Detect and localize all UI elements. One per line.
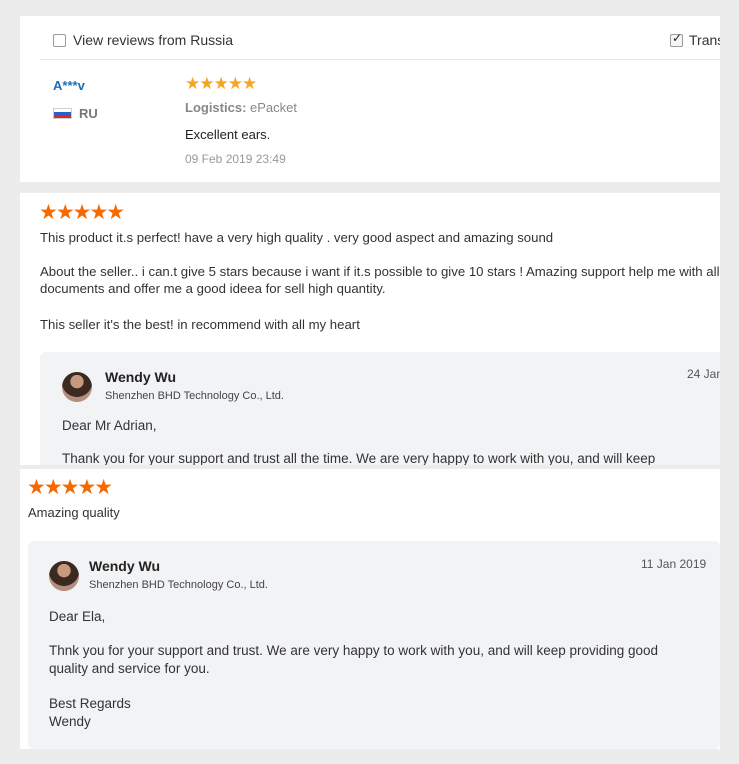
avatar	[49, 561, 79, 591]
review-date: 09 Feb 2019 23:49	[185, 152, 286, 166]
review-text: Amazing quality	[28, 505, 120, 520]
reply-body: Thank you for your support and trust all…	[62, 451, 656, 465]
review-paragraph-2: About the seller.. i can.t give 5 stars …	[40, 264, 720, 296]
reply-date: 24 Jan	[687, 367, 720, 381]
reply-date: 11 Jan 2019	[641, 557, 707, 571]
reviewer-name: A***v	[53, 78, 85, 93]
star-rating: ★★★★★	[39, 200, 125, 224]
review-paragraph-1: This product it.s perfect! have a very h…	[40, 230, 554, 245]
reply-company: Shenzhen BHD Technology Co., Ltd.	[105, 390, 284, 402]
review-card-1: View reviews from Russia Trans A***v RU …	[20, 16, 720, 182]
review-text: Excellent ears.	[185, 127, 271, 142]
seller-reply: Wendy Wu Shenzhen BHD Technology Co., Lt…	[28, 541, 720, 749]
reply-author: Wendy Wu	[105, 369, 177, 385]
star-rating: ★★★★★	[185, 74, 257, 94]
seller-reply: Wendy Wu Shenzhen BHD Technology Co., Lt…	[40, 352, 720, 465]
reply-closing: Best Regards	[49, 696, 131, 711]
reply-signature: Wendy	[49, 714, 91, 729]
reviewer-country: RU	[79, 106, 98, 121]
review-paragraph-3: This seller it's the best! in recommend …	[40, 317, 360, 332]
russia-flag-icon	[53, 108, 72, 119]
review-card-2: ★★★★★ This product it.s perfect! have a …	[20, 193, 720, 465]
star-rating: ★★★★★	[27, 475, 113, 499]
logistics-label: Logistics:	[185, 100, 247, 115]
translate-checkbox[interactable]	[670, 31, 683, 47]
reply-body: Thnk you for your support and trust. We …	[49, 643, 659, 676]
review-card-3: ★★★★★ Amazing quality Wendy Wu Shenzhen …	[20, 469, 720, 749]
reply-company: Shenzhen BHD Technology Co., Ltd.	[89, 579, 268, 591]
filter-translate[interactable]: Trans	[670, 31, 720, 48]
country-filter-label: View reviews from Russia	[73, 32, 234, 48]
translate-label: Trans	[689, 32, 720, 48]
reply-greeting: Dear Ela,	[49, 609, 106, 624]
reply-greeting: Dear Mr Adrian,	[62, 418, 157, 433]
filter-country[interactable]: View reviews from Russia	[53, 32, 233, 48]
reply-author: Wendy Wu	[89, 558, 161, 574]
logistics-info: Logistics: ePacket	[185, 100, 297, 115]
country-checkbox[interactable]	[53, 33, 66, 47]
avatar	[62, 372, 92, 402]
divider	[40, 59, 720, 60]
logistics-value: ePacket	[250, 100, 298, 115]
